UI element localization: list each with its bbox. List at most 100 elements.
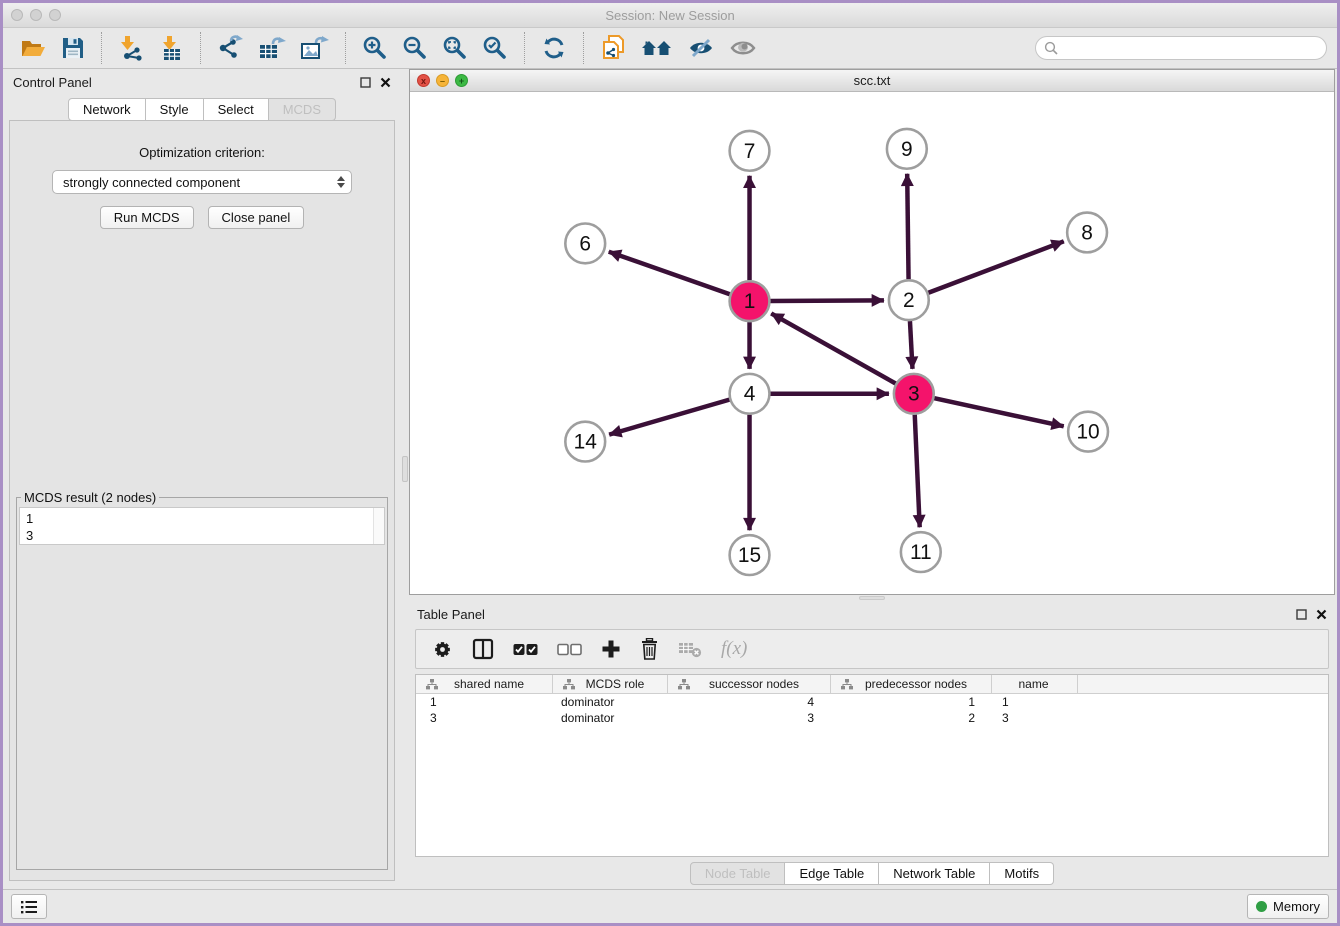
graph-node-11[interactable]: 11: [901, 532, 941, 572]
table-cell: dominator: [553, 711, 668, 725]
close-panel-icon[interactable]: [1316, 609, 1327, 620]
import-table-icon: [158, 35, 184, 61]
graph-node-label: 10: [1076, 421, 1099, 444]
graph-edge-3-1[interactable]: [771, 313, 895, 383]
memory-button[interactable]: Memory: [1247, 894, 1329, 919]
graph-edge-4-14[interactable]: [609, 400, 729, 435]
tab-motifs[interactable]: Motifs: [990, 862, 1054, 885]
export-image-button[interactable]: [293, 32, 336, 64]
graph-node-label: 15: [738, 544, 761, 567]
float-panel-icon[interactable]: [1296, 609, 1307, 620]
save-session-button[interactable]: [54, 33, 92, 63]
graph-edge-2-8[interactable]: [928, 241, 1063, 292]
zoom-in-button[interactable]: [355, 32, 395, 64]
table-cell: 2: [831, 711, 992, 725]
tab-node-table[interactable]: Node Table: [690, 862, 786, 885]
table-cell: 3: [992, 711, 1078, 725]
copy-network-button[interactable]: [593, 31, 634, 65]
tab-select[interactable]: Select: [204, 98, 269, 121]
function-builder-button[interactable]: f(x): [721, 638, 747, 660]
graph-edge-2-3[interactable]: [910, 321, 913, 369]
gear-icon: [432, 639, 453, 660]
column-header-successor-nodes[interactable]: successor nodes: [668, 675, 831, 693]
graph-node-3[interactable]: 3: [894, 374, 934, 414]
graph-edge-2-9[interactable]: [907, 174, 908, 280]
zoom-selected-button[interactable]: [475, 32, 515, 64]
close-panel-button[interactable]: Close panel: [208, 206, 305, 229]
close-panel-icon[interactable]: [380, 77, 391, 88]
deselect-all-button[interactable]: [557, 643, 582, 656]
table-row[interactable]: 1dominator411: [416, 694, 1328, 710]
graph-node-label: 11: [910, 541, 932, 564]
run-mcds-button[interactable]: Run MCDS: [100, 206, 194, 229]
import-table-button[interactable]: [151, 32, 191, 64]
tab-style[interactable]: Style: [146, 98, 204, 121]
task-history-button[interactable]: [11, 894, 47, 919]
search-box[interactable]: [1035, 36, 1327, 60]
network-canvas[interactable]: 7 9 6 8 1 2 4 3 14 10 15 11: [410, 92, 1334, 594]
graph-node-6[interactable]: 6: [565, 224, 605, 264]
show-button[interactable]: [722, 33, 764, 63]
zoom-fit-button[interactable]: [435, 32, 475, 64]
graph-edge-3-10[interactable]: [934, 398, 1063, 426]
column-header-mcds-role[interactable]: MCDS role: [553, 675, 668, 693]
copy-network-icon: [600, 34, 627, 62]
tab-network-table[interactable]: Network Table: [879, 862, 990, 885]
import-network-button[interactable]: [111, 32, 151, 64]
graph-node-2[interactable]: 2: [889, 280, 929, 320]
optimization-criterion-label: Optimization criterion:: [16, 145, 388, 160]
search-input[interactable]: [1058, 41, 1318, 56]
select-all-button[interactable]: [513, 643, 538, 656]
column-header-predecessor-nodes[interactable]: predecessor nodes: [831, 675, 992, 693]
table-settings-button[interactable]: [432, 639, 453, 660]
add-column-button[interactable]: [601, 639, 621, 659]
trash-icon: [640, 638, 659, 660]
mcds-result-line: 1: [26, 510, 373, 527]
column-header-shared-name[interactable]: shared name: [416, 675, 553, 693]
graph-node-8[interactable]: 8: [1067, 213, 1107, 253]
graph-node-7[interactable]: 7: [730, 131, 770, 171]
graph-node-label: 3: [908, 383, 920, 406]
table-row[interactable]: 3dominator323: [416, 710, 1328, 726]
graph-edge-3-11[interactable]: [915, 415, 920, 528]
open-session-button[interactable]: [13, 34, 54, 63]
table-panel-header: Table Panel: [409, 601, 1335, 627]
toolbar-separator: [101, 32, 102, 64]
hide-button[interactable]: [680, 33, 722, 63]
show-columns-button[interactable]: [472, 638, 494, 660]
export-network-button[interactable]: [210, 32, 251, 64]
graph-node-4[interactable]: 4: [730, 374, 770, 414]
splitter-grip[interactable]: [402, 456, 408, 482]
refresh-button[interactable]: [534, 32, 574, 64]
graph-node-10[interactable]: 10: [1068, 412, 1108, 452]
export-table-button[interactable]: [251, 32, 293, 64]
delete-table-icon: [678, 640, 702, 658]
delete-column-button[interactable]: [640, 638, 659, 660]
graph-node-9[interactable]: 9: [887, 129, 927, 169]
graph-edge-1-2[interactable]: [770, 300, 884, 301]
function-fx-icon: f(x): [721, 638, 747, 660]
table-cell: 1: [416, 695, 553, 709]
column-header-name[interactable]: name: [992, 675, 1078, 693]
network-window-title: scc.txt: [410, 73, 1334, 88]
panel-splitter[interactable]: [401, 69, 409, 889]
import-network-icon: [118, 35, 144, 61]
tab-mcds[interactable]: MCDS: [269, 98, 336, 121]
tab-edge-table[interactable]: Edge Table: [785, 862, 879, 885]
float-panel-icon[interactable]: [360, 77, 371, 88]
table-splitter-grip[interactable]: [859, 596, 885, 600]
graph-node-1[interactable]: 1: [730, 281, 770, 321]
graph-node-15[interactable]: 15: [730, 535, 770, 575]
criterion-value: strongly connected component: [63, 175, 337, 190]
save-disk-icon: [61, 36, 85, 60]
zoom-out-button[interactable]: [395, 32, 435, 64]
homes-button[interactable]: [634, 33, 680, 63]
graph-node-label: 4: [744, 383, 756, 406]
criterion-dropdown[interactable]: strongly connected component: [52, 170, 352, 194]
graph-node-14[interactable]: 14: [565, 422, 605, 462]
list-icon: [20, 900, 38, 914]
graph-edge-1-6[interactable]: [609, 252, 730, 295]
tab-network[interactable]: Network: [68, 98, 146, 121]
delete-table-button[interactable]: [678, 640, 702, 658]
result-scrollbar[interactable]: [373, 508, 384, 544]
